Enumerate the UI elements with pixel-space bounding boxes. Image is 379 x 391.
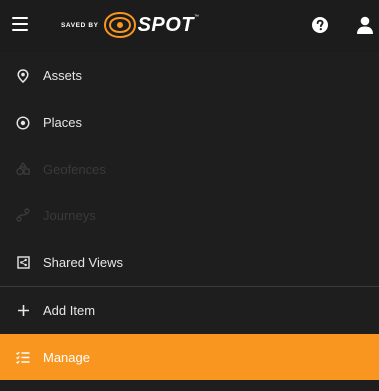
map-pin-icon	[16, 68, 30, 83]
share-box-icon	[16, 255, 30, 269]
logo-prefix: SAVED BY	[61, 21, 99, 29]
user-icon[interactable]	[357, 16, 373, 34]
menu-item-label: Places	[43, 115, 83, 130]
hamburger-icon[interactable]	[12, 17, 28, 32]
question-circle-icon[interactable]	[312, 17, 328, 33]
menu-item-shared-views[interactable]: Shared Views	[0, 238, 379, 286]
menu-item-label: Journeys	[43, 207, 96, 223]
geofence-icon	[16, 162, 30, 176]
menu-item-places[interactable]: Places	[0, 99, 379, 146]
target-circle-icon	[16, 115, 30, 130]
menu-item-label: Geofences	[43, 161, 106, 177]
menu-item-geofences: Geofences	[0, 146, 379, 192]
route-icon	[16, 208, 30, 222]
spot-logo-mark	[103, 12, 136, 38]
checklist-icon	[16, 350, 30, 364]
menu-item-label: Manage	[43, 349, 90, 365]
menu-item-label: Add Item	[43, 303, 96, 318]
menu-item-assets[interactable]: Assets	[0, 52, 379, 99]
spot-logo[interactable]: SAVED BY SPOT ™	[61, 12, 199, 38]
logo-trademark: ™	[194, 14, 200, 20]
plus-icon	[16, 304, 30, 318]
menu-item-label: Assets	[43, 68, 83, 83]
side-menu: Assets Places Geofences Journeys Shared …	[0, 52, 379, 380]
logo-name: SPOT	[137, 13, 195, 36]
app-header: SAVED BY SPOT ™	[0, 0, 379, 52]
menu-item-journeys: Journeys	[0, 192, 379, 238]
menu-item-label: Shared Views	[43, 254, 123, 270]
menu-item-manage[interactable]: Manage	[0, 334, 379, 380]
menu-item-add-item[interactable]: Add Item	[0, 286, 379, 334]
